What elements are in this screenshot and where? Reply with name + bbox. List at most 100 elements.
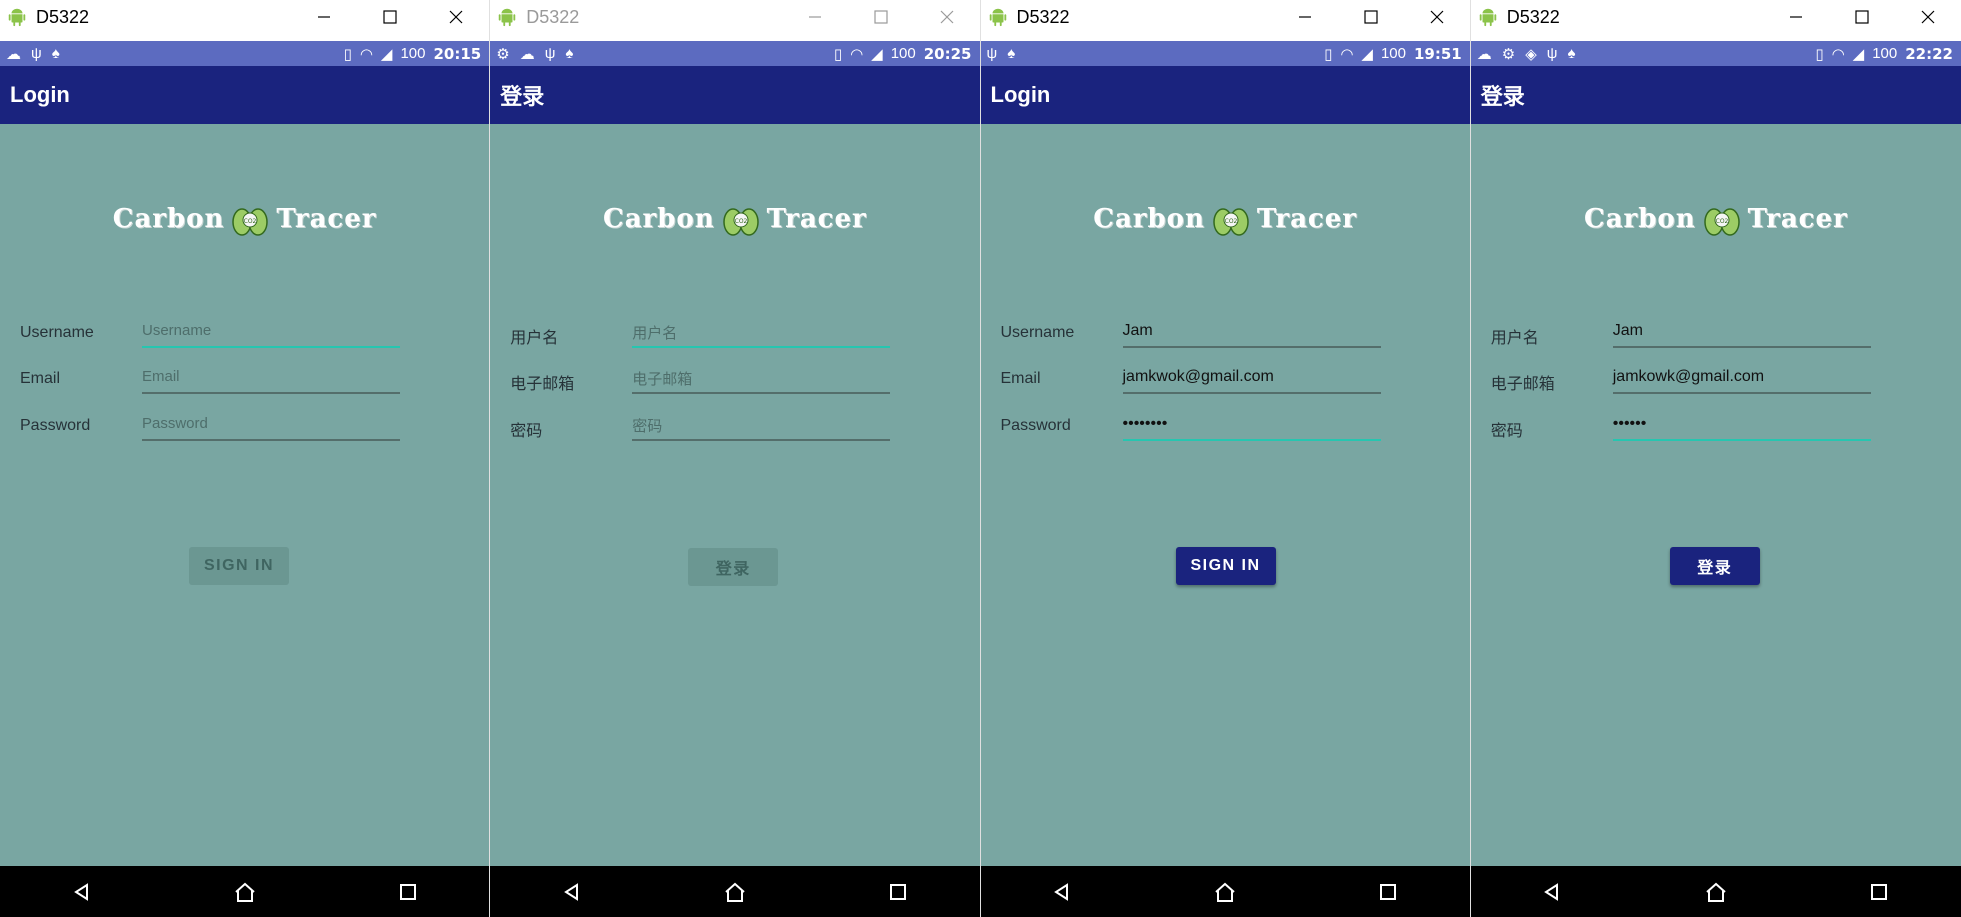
minimize-button[interactable] [782, 0, 848, 34]
username-input[interactable]: Username [142, 312, 400, 348]
logo-word-right: Tracer [1747, 204, 1848, 234]
battery-icon: 100 [1380, 45, 1406, 62]
settings-icon: ⚙ [496, 45, 510, 63]
password-row: Password •••••••• [981, 405, 1470, 445]
email-input[interactable]: 电子邮箱 [632, 358, 891, 394]
cloud-icon: ☁ [6, 45, 21, 63]
username-value: Jam [1612, 322, 1643, 339]
email-row: Email jamkwok@gmail.com [981, 358, 1470, 398]
email-value: jamkowk@gmail.com [1612, 368, 1765, 385]
window-title-bar: D5322 [1470, 0, 1961, 34]
app-bar: 登录 [1470, 66, 1961, 124]
usb-icon: ψ [986, 45, 998, 62]
close-icon [940, 10, 953, 24]
emulator-window-3: D5322 ψ ♠ ▯ ◠ ◢ 100 19:51 Login Carbon CO2 Tr… [980, 0, 1471, 917]
cloud-icon: ☁ [519, 45, 535, 63]
window-title-bar: D5322 [490, 0, 980, 34]
battery-icon: 100 [400, 45, 426, 62]
logo-word-left: Carbon [1093, 204, 1205, 234]
maximize-icon [1364, 10, 1378, 24]
logo-word-right: Tracer [276, 204, 377, 234]
close-button[interactable] [1895, 0, 1961, 34]
password-placeholder: 密码 [632, 418, 663, 435]
home-button[interactable] [1205, 872, 1245, 912]
logo-word-left: Carbon [603, 204, 715, 234]
close-button[interactable] [1404, 0, 1470, 34]
home-button[interactable] [1696, 872, 1736, 912]
vibrate-icon: ▯ [1815, 45, 1824, 63]
status-bar: ☁ ψ ♠ ▯ ◠ ◢ 100 20:15 [0, 41, 490, 66]
back-icon [563, 882, 578, 901]
password-input[interactable]: 密码 [632, 405, 891, 441]
window-title: D5322 [1016, 6, 1070, 27]
battery-icon: 100 [1872, 45, 1898, 62]
username-input[interactable]: Jam [1612, 312, 1871, 348]
sign-in-button[interactable]: SIGN IN [189, 547, 289, 585]
minimize-button[interactable] [1763, 0, 1829, 34]
username-label: Username [20, 324, 94, 341]
username-label: 用户名 [510, 330, 559, 347]
maximize-button[interactable] [357, 0, 423, 34]
close-icon [449, 10, 463, 24]
password-row: 密码 密码 [490, 405, 979, 445]
close-button[interactable] [914, 0, 980, 34]
back-icon [1054, 882, 1069, 901]
window-title: D5322 [526, 6, 580, 27]
vibrate-icon: ▯ [1324, 45, 1333, 63]
login-screen: Carbon CO2 Tracer Username Username Emai… [0, 124, 490, 866]
status-time: 20:25 [923, 44, 972, 63]
recents-button[interactable] [1368, 872, 1408, 912]
back-button[interactable] [62, 872, 102, 912]
maximize-icon [873, 10, 888, 24]
sign-in-button[interactable]: SIGN IN [1175, 547, 1276, 585]
username-input[interactable]: Jam [1122, 312, 1381, 348]
minimize-button[interactable] [291, 0, 357, 34]
signal-icon: ◢ [380, 45, 393, 63]
sign-in-button[interactable]: 登录 [688, 548, 779, 586]
android-nav-bar [0, 866, 490, 917]
plug-icon: ♠ [1007, 45, 1016, 62]
plug-icon: ♠ [51, 45, 60, 62]
usb-icon: ψ [544, 45, 556, 62]
email-input[interactable]: Email [142, 358, 400, 394]
minimize-icon [808, 16, 821, 18]
back-button[interactable] [1532, 872, 1572, 912]
signal-icon: ◢ [871, 45, 883, 63]
email-label: Email [1000, 370, 1041, 387]
sign-in-button[interactable]: 登录 [1669, 547, 1760, 585]
maximize-button[interactable] [1338, 0, 1404, 34]
home-icon [1215, 882, 1235, 902]
recents-icon [889, 883, 906, 900]
settings-icon: ⚙ [1501, 45, 1516, 63]
password-input[interactable]: •••••••• [1122, 405, 1381, 441]
back-button[interactable] [552, 872, 592, 912]
android-nav-bar [1470, 866, 1961, 917]
recents-button[interactable] [388, 872, 428, 912]
close-button[interactable] [423, 0, 489, 34]
home-button[interactable] [225, 872, 265, 912]
plug-icon: ♠ [565, 45, 574, 62]
recents-button[interactable] [878, 872, 918, 912]
email-value: jamkwok@gmail.com [1122, 368, 1274, 385]
carbon-tracer-logo: Carbon CO2 Tracer [490, 200, 979, 238]
maximize-button[interactable] [848, 0, 914, 34]
recents-icon [1380, 883, 1397, 900]
email-input[interactable]: jamkwok@gmail.com [1122, 358, 1381, 394]
wifi-icon: ◠ [850, 45, 864, 63]
maximize-button[interactable] [1829, 0, 1895, 34]
vibrate-icon: ▯ [833, 45, 843, 63]
signal-icon: ◢ [1852, 45, 1865, 63]
android-nav-bar [490, 866, 980, 917]
username-row: 用户名 Jam [1471, 312, 1961, 352]
recents-button[interactable] [1859, 872, 1899, 912]
username-value: Jam [1122, 322, 1153, 339]
username-row: Username Username [0, 312, 489, 352]
minimize-button[interactable] [1272, 0, 1338, 34]
password-input[interactable]: Password [142, 405, 400, 441]
usb-icon: ψ [1546, 45, 1558, 62]
password-input[interactable]: •••••• [1612, 405, 1871, 441]
email-input[interactable]: jamkowk@gmail.com [1612, 358, 1871, 394]
home-button[interactable] [715, 872, 755, 912]
back-button[interactable] [1042, 872, 1082, 912]
username-input[interactable]: 用户名 [632, 312, 891, 348]
